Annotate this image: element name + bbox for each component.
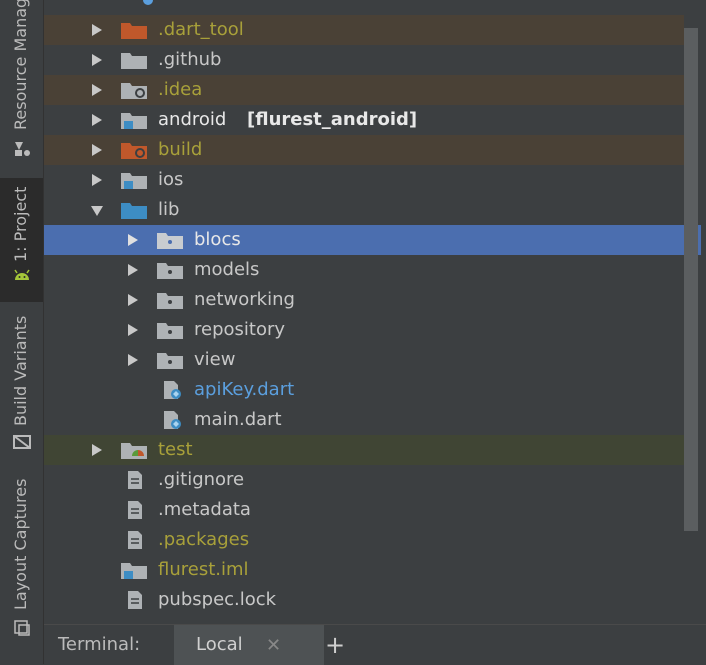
tree-row-gitignore[interactable]: .gitignore — [44, 465, 684, 495]
row-label: flurest.iml — [158, 559, 249, 580]
scrolled-row-fragment — [143, 0, 153, 5]
folder-gear-icon — [121, 83, 147, 99]
expand-arrow-icon[interactable] — [126, 323, 140, 337]
module-folder-icon — [121, 173, 147, 189]
resource-manager-label: Resource Manager — [11, 0, 30, 130]
new-terminal-tab-button[interactable]: + — [322, 631, 348, 659]
row-label: .idea — [158, 79, 203, 100]
folder-excluded-icon — [121, 23, 147, 39]
project-tree: .dart_tool .github .idea android [flures… — [44, 0, 706, 624]
expand-arrow-icon[interactable] — [126, 233, 140, 247]
project-tab[interactable]: 1: Project — [0, 178, 43, 302]
row-label: .gitignore — [158, 469, 245, 490]
expand-arrow-icon[interactable] — [90, 53, 104, 67]
collapse-arrow-icon[interactable] — [90, 203, 104, 217]
tree-row-packages[interactable]: .packages — [44, 525, 684, 555]
tree-row-repository[interactable]: repository — [44, 315, 684, 345]
text-file-icon — [128, 531, 142, 549]
tree-row-networking[interactable]: networking — [44, 285, 684, 315]
layout-captures-icon — [14, 620, 30, 636]
layout-captures-tab[interactable]: Layout Captures — [0, 479, 43, 646]
close-icon[interactable]: ✕ — [266, 635, 281, 656]
build-variants-tab[interactable]: Build Variants — [0, 316, 43, 456]
tree-row-apikey-dart[interactable]: apiKey.dart — [44, 375, 684, 405]
row-label: blocs — [194, 229, 241, 250]
source-folder-icon — [121, 203, 147, 219]
package-folder-icon — [157, 353, 183, 369]
vertical-scrollbar-thumb[interactable] — [684, 28, 698, 531]
package-folder-icon — [157, 323, 183, 339]
tree-row-dart-tool[interactable]: .dart_tool — [44, 15, 684, 45]
row-label: models — [194, 259, 260, 280]
dart-file-icon — [164, 381, 181, 399]
row-label: .packages — [158, 529, 250, 550]
expand-arrow-icon[interactable] — [126, 263, 140, 277]
test-folder-icon — [121, 443, 147, 459]
row-label: networking — [194, 289, 295, 310]
text-file-icon — [128, 501, 142, 519]
expand-arrow-icon[interactable] — [90, 143, 104, 157]
module-file-icon — [121, 563, 147, 579]
row-label: android — [158, 109, 227, 130]
expand-arrow-icon[interactable] — [90, 443, 104, 457]
expand-arrow-icon[interactable] — [90, 83, 104, 97]
folder-excluded-gear-icon — [121, 143, 147, 159]
tree-row-lib[interactable]: lib — [44, 195, 684, 225]
row-label: build — [158, 139, 203, 160]
package-folder-icon — [157, 293, 183, 309]
tree-row-view[interactable]: view — [44, 345, 684, 375]
package-folder-icon — [157, 263, 183, 279]
terminal-tab-bar: Terminal: Local ✕ + — [44, 624, 706, 665]
android-icon — [14, 269, 30, 280]
module-name: [flurest_android] — [247, 109, 418, 130]
expand-arrow-icon[interactable] — [90, 113, 104, 127]
expand-arrow-icon[interactable] — [90, 23, 104, 37]
tree-row-github[interactable]: .github — [44, 45, 684, 75]
expand-arrow-icon[interactable] — [90, 173, 104, 187]
tree-row-test[interactable]: test — [44, 435, 684, 465]
row-label: lib — [158, 199, 180, 220]
expand-arrow-icon[interactable] — [126, 293, 140, 307]
tree-row-main-dart[interactable]: main.dart — [44, 405, 684, 435]
tree-row-blocs[interactable]: blocs — [44, 225, 701, 255]
terminal-label: Terminal: — [58, 634, 141, 655]
tree-row-models[interactable]: models — [44, 255, 684, 285]
dart-file-icon — [164, 411, 181, 429]
terminal-tab-label: Local — [196, 634, 243, 655]
terminal-tab-local[interactable]: Local ✕ — [174, 625, 324, 665]
tree-row-ios[interactable]: ios — [44, 165, 684, 195]
row-label: test — [158, 439, 193, 460]
row-label: repository — [194, 319, 286, 340]
tree-row-build[interactable]: build — [44, 135, 684, 165]
row-label: main.dart — [194, 409, 282, 430]
tree-row-metadata[interactable]: .metadata — [44, 495, 684, 525]
resource-manager-icon — [15, 142, 30, 156]
build-variants-label: Build Variants — [11, 315, 30, 426]
layout-captures-label: Layout Captures — [11, 478, 30, 610]
tree-row-pubspec-lock[interactable]: pubspec.lock — [44, 585, 684, 615]
row-label: .metadata — [158, 499, 251, 520]
text-file-icon — [128, 471, 142, 489]
row-label: ios — [158, 169, 184, 190]
folder-icon — [121, 53, 147, 69]
resource-manager-tab[interactable]: Resource Manager — [0, 0, 43, 168]
row-label: apiKey.dart — [194, 379, 295, 400]
row-label: pubspec.lock — [158, 589, 277, 610]
row-label: .dart_tool — [158, 19, 244, 40]
tree-row-idea[interactable]: .idea — [44, 75, 684, 105]
tool-window-stripe: Resource Manager 1: Project Build Varian… — [0, 0, 44, 664]
text-file-icon — [128, 591, 142, 609]
row-label: view — [194, 349, 236, 370]
expand-arrow-icon[interactable] — [126, 353, 140, 367]
tree-row-android[interactable]: android [flurest_android] — [44, 105, 684, 135]
build-variants-icon — [13, 435, 31, 449]
module-folder-icon — [121, 113, 147, 129]
tree-row-flurest-iml[interactable]: flurest.iml — [44, 555, 684, 585]
package-folder-icon — [157, 233, 183, 249]
row-label: .github — [158, 49, 222, 70]
